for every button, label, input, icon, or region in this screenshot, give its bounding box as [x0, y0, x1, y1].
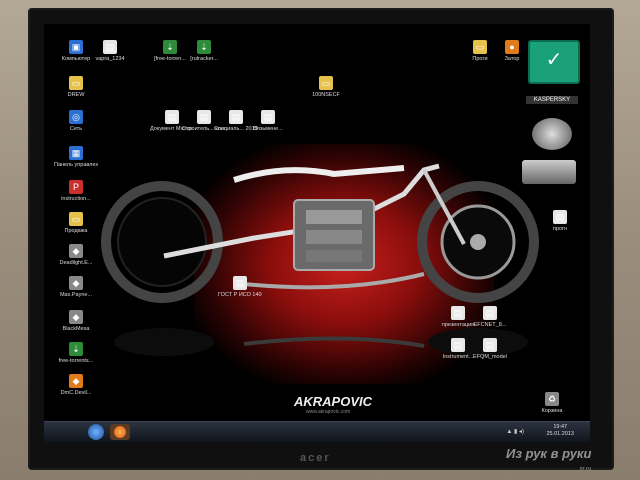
folder-icon: ▭	[69, 76, 83, 90]
document-icon: ▤	[165, 110, 179, 124]
tray-icons[interactable]: ▲ ▮ ◂)	[506, 428, 524, 435]
clock-time: 19:47	[553, 424, 568, 430]
folder-icon: ▭	[473, 40, 487, 54]
taskbar-firefox[interactable]	[110, 424, 130, 440]
document-icon: ▤	[103, 40, 117, 54]
app-icon: ●	[505, 40, 519, 54]
network-icon: ◎	[69, 110, 83, 124]
game-icon: ◆	[69, 244, 83, 258]
monitor-brand: acer	[300, 452, 331, 464]
desktop-icon-rutracker[interactable]: ⇣ [rutracker...	[182, 40, 226, 62]
desktop-icon-vyazmene[interactable]: ▤ Вязьмене...	[246, 110, 290, 132]
document-icon: ▤	[261, 110, 275, 124]
document-icon: ▤	[197, 110, 211, 124]
desktop-icon-control-panel[interactable]: ▦Панель управления	[54, 146, 98, 168]
desktop-icon-gost[interactable]: ▤ГОСТ Р ИСО 14001-2007	[218, 276, 262, 298]
desktop-icon-free-torrents[interactable]: ⇣ free-torrents...	[54, 342, 98, 364]
folder-icon: ▭	[69, 212, 83, 226]
checkmark-icon: ✓	[545, 49, 563, 71]
clock-gadget[interactable]	[532, 118, 572, 150]
document-icon: ▤	[451, 306, 465, 320]
clock-date: 25.01.2013	[546, 431, 574, 437]
document-icon: ▤	[483, 306, 497, 320]
document-icon: ▤	[553, 210, 567, 224]
document-icon: ▤	[483, 338, 497, 352]
start-button[interactable]	[88, 424, 104, 440]
desktop-icon-dmc[interactable]: ◆ DmC.Devil...	[54, 374, 98, 396]
desktop-icon-drew[interactable]: ▭ DREW	[54, 76, 98, 98]
desktop-icon-efqm[interactable]: ▤ EFQM_model	[468, 338, 512, 360]
game-icon: ◆	[69, 276, 83, 290]
torrent-icon: ⇣	[197, 40, 211, 54]
game-icon: ◆	[69, 310, 83, 324]
desktop-icon-progn[interactable]: ▤ прогн	[538, 210, 582, 232]
desktop-icon-sale[interactable]: ▭ Продажа	[54, 212, 98, 234]
kaspersky-gadget[interactable]: ✓	[528, 40, 580, 84]
game-icon: ◆	[69, 374, 83, 388]
document-icon: ▤	[229, 110, 243, 124]
wallpaper-logo: AKRAPOVIC	[294, 394, 373, 409]
control-panel-icon: ▦	[69, 146, 83, 160]
taskbar-clock[interactable]: 19:47 25.01.2013	[546, 424, 574, 438]
desktop-screen: AKRAPOVIC www.akrapovic.com ▣ Компьютер ▤…	[44, 24, 590, 442]
computer-icon: ▣	[69, 40, 83, 54]
recycle-bin-icon: ♻	[545, 392, 559, 406]
photo-watermark: Из рук в руки	[506, 446, 592, 461]
wallpaper-site: www.akrapovic.com	[306, 409, 351, 415]
desktop-icon-deadlight[interactable]: ◆ Deadlight.E...	[54, 244, 98, 266]
torrent-icon: ⇣	[163, 40, 177, 54]
taskbar: ▲ ▮ ◂) 19:47 25.01.2013	[44, 421, 590, 442]
document-icon: ▤	[233, 276, 247, 290]
desktop-icon-recycle-bin[interactable]: ♻ Корзина	[530, 392, 574, 414]
desktop-icon-network[interactable]: ◎ Сеть	[54, 110, 98, 132]
cpu-meter-gadget[interactable]	[522, 160, 576, 184]
desktop-icon-maxpayne[interactable]: ◆ Max.Payne...	[54, 276, 98, 298]
desktop-icon-blackmesa[interactable]: ◆ BlackMesa	[54, 310, 98, 332]
torrent-icon: ⇣	[69, 342, 83, 356]
desktop-icon-efcnet[interactable]: ▤ EFCNET_8...	[468, 306, 512, 328]
desktop-icon-instruction[interactable]: Pinstruction...	[54, 180, 98, 202]
desktop-icon-vapra[interactable]: ▤ vapra_1234	[88, 40, 132, 62]
photo-watermark-site: irr.ru	[580, 466, 591, 472]
kaspersky-label: KASPERSKY	[526, 96, 578, 104]
firefox-icon	[114, 426, 126, 438]
desktop-icon-100nsecf[interactable]: ▭ 100NSECF	[304, 76, 348, 98]
pdf-icon: P	[69, 180, 83, 194]
folder-icon: ▭	[319, 76, 333, 90]
document-icon: ▤	[451, 338, 465, 352]
